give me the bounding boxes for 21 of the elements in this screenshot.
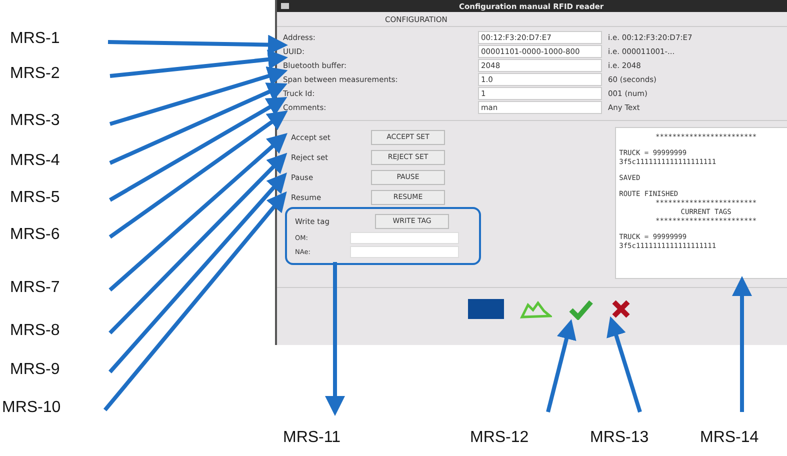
callout-label: MRS-4 (10, 152, 60, 170)
callout-label: MRS-5 (10, 189, 60, 207)
callout-label: MRS-6 (10, 226, 60, 244)
callout-label: MRS-11 (283, 429, 340, 447)
window-menu-icon[interactable] (281, 3, 289, 9)
blank-panel-icon[interactable] (468, 299, 504, 319)
mountain-icon[interactable] (520, 299, 552, 319)
check-icon[interactable] (568, 298, 594, 320)
callout-label: MRS-10 (2, 399, 61, 417)
callout-label: MRS-1 (10, 30, 60, 48)
callout-label: MRS-7 (10, 279, 60, 297)
callout-label: MRS-2 (10, 65, 60, 83)
callout-label: MRS-9 (10, 361, 60, 379)
callout-label: MRS-3 (10, 112, 60, 130)
text-field[interactable] (350, 232, 459, 244)
text-field[interactable] (350, 246, 459, 258)
callout-label: MRS-14 (700, 429, 759, 447)
close-icon[interactable] (610, 298, 632, 320)
callout-label: MRS-8 (10, 322, 60, 340)
callout-label: MRS-13 (590, 429, 649, 447)
callout-label: MRS-12 (470, 429, 529, 447)
